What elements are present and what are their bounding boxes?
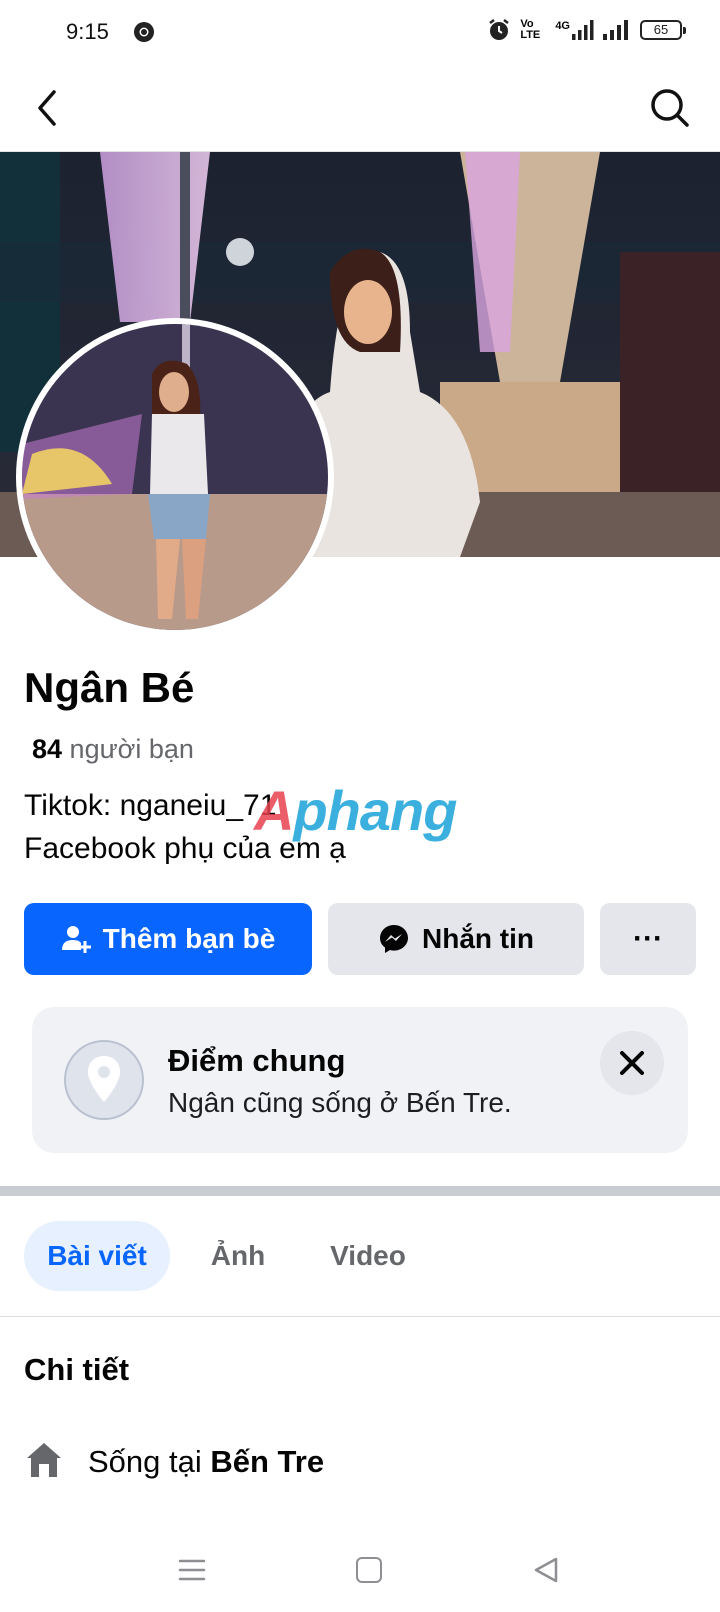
more-options-button[interactable]: ··· [600,903,696,975]
system-nav-bar [0,1536,720,1612]
search-icon[interactable] [648,86,692,130]
close-icon[interactable] [600,1031,664,1095]
friend-count[interactable]: 84 người bạn [32,734,194,765]
more-dots-icon: ··· [633,922,663,955]
signal-icon [603,20,628,40]
battery-icon: 65 [640,20,686,40]
section-separator [0,1186,720,1196]
common-point-subtitle: Ngân cũng sống ở Bến Tre. [168,1087,512,1118]
status-bar: 9:15 Vo LTE 4G 65 [0,0,720,66]
add-friend-button[interactable]: Thêm bạn bè [24,903,312,975]
messenger-icon [380,925,408,953]
signal-icon [572,20,594,40]
alarm-icon [489,19,510,40]
profile-avatar[interactable] [16,318,334,636]
common-point-card: Điểm chung Ngân cũng sống ở Bến Tre. [32,1007,688,1153]
status-icons: Vo LTE 4G 65 [487,18,686,42]
network-type: 4G [555,20,594,40]
message-button[interactable]: Nhắn tin [328,903,584,975]
divider [0,1316,720,1317]
add-friend-label: Thêm bạn bè [102,923,276,954]
menu-icon[interactable] [178,1558,206,1582]
back-triangle-icon[interactable] [532,1556,560,1584]
common-point-title: Điểm chung [168,1043,346,1078]
chrome-icon [134,22,154,42]
home-button-icon[interactable] [356,1557,382,1583]
tab-posts[interactable]: Bài viết [24,1221,170,1291]
avatar [22,324,328,630]
chevron-left-icon[interactable] [30,86,70,130]
home-icon [27,1443,61,1477]
volte-icon: Vo LTE [520,18,541,41]
location-pin-icon [64,1040,144,1120]
add-person-icon [61,926,91,953]
details-title: Chi tiết [24,1352,130,1387]
message-label: Nhắn tin [422,923,534,954]
profile-name: Ngân Bé [24,664,195,711]
tab-videos[interactable]: Video [318,1221,418,1291]
status-time: 9:15 [66,19,109,44]
tab-photos[interactable]: Ảnh [198,1221,278,1291]
top-nav [0,66,720,152]
lives-in-place[interactable]: Bến Tre [210,1444,324,1479]
watermark-logo: Aphang [254,779,457,842]
lives-in-detail: Sống tại Bến Tre [88,1444,325,1479]
